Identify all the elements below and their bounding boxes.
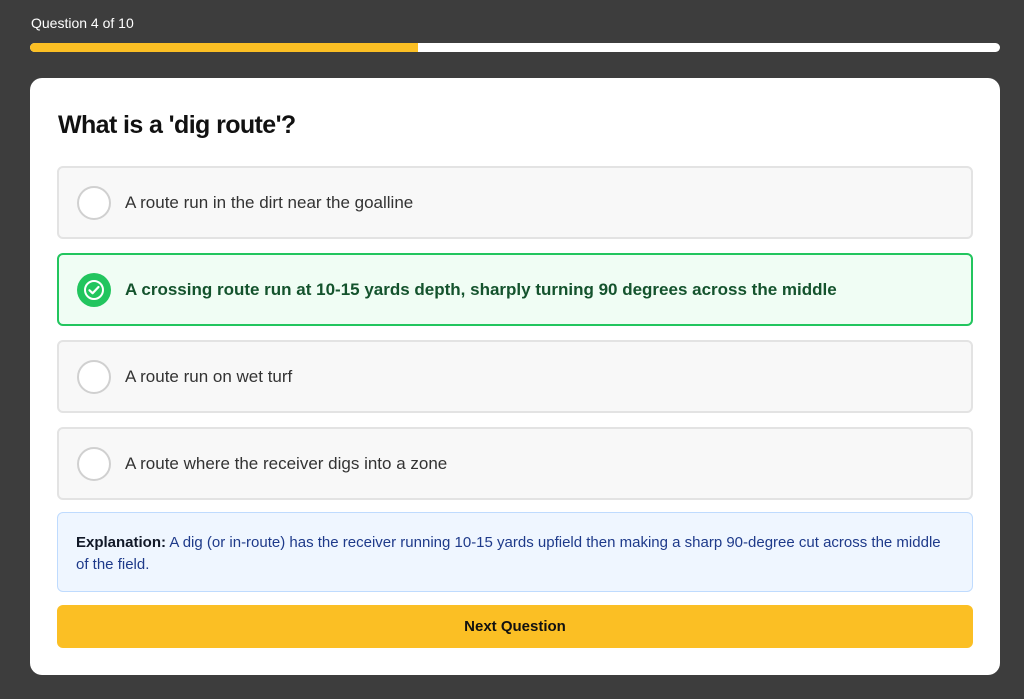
answer-option-label: A route run in the dirt near the goallin… — [125, 192, 414, 212]
answer-option-2-correct[interactable]: A crossing route run at 10-15 yards dept… — [57, 253, 973, 326]
radio-icon — [77, 446, 111, 481]
answer-option-label: A crossing route run at 10-15 yards dept… — [125, 279, 837, 299]
answer-option-1[interactable]: A route run in the dirt near the goallin… — [57, 166, 973, 239]
progress-label: Question 4 of 10 — [31, 15, 134, 31]
answer-option-4[interactable]: A route where the receiver digs into a z… — [57, 427, 973, 500]
progress-bar-fill — [30, 43, 418, 52]
explanation-box: Explanation: A dig (or in-route) has the… — [57, 512, 973, 592]
radio-icon — [77, 359, 111, 394]
answer-options: A route run in the dirt near the goallin… — [57, 166, 973, 514]
explanation-heading: Explanation: — [76, 534, 167, 551]
question-card: What is a 'dig route'? A route run in th… — [30, 78, 1000, 675]
answer-option-label: A route where the receiver digs into a z… — [125, 453, 448, 473]
answer-option-label: A route run on wet turf — [125, 366, 293, 386]
check-circle-icon — [77, 272, 111, 307]
radio-icon — [77, 185, 111, 220]
answer-option-3[interactable]: A route run on wet turf — [57, 340, 973, 413]
explanation-text: A dig (or in-route) has the receiver run… — [76, 534, 941, 573]
question-title: What is a 'dig route'? — [58, 111, 296, 139]
next-question-button[interactable]: Next Question — [57, 605, 973, 648]
progress-bar — [30, 43, 1000, 52]
